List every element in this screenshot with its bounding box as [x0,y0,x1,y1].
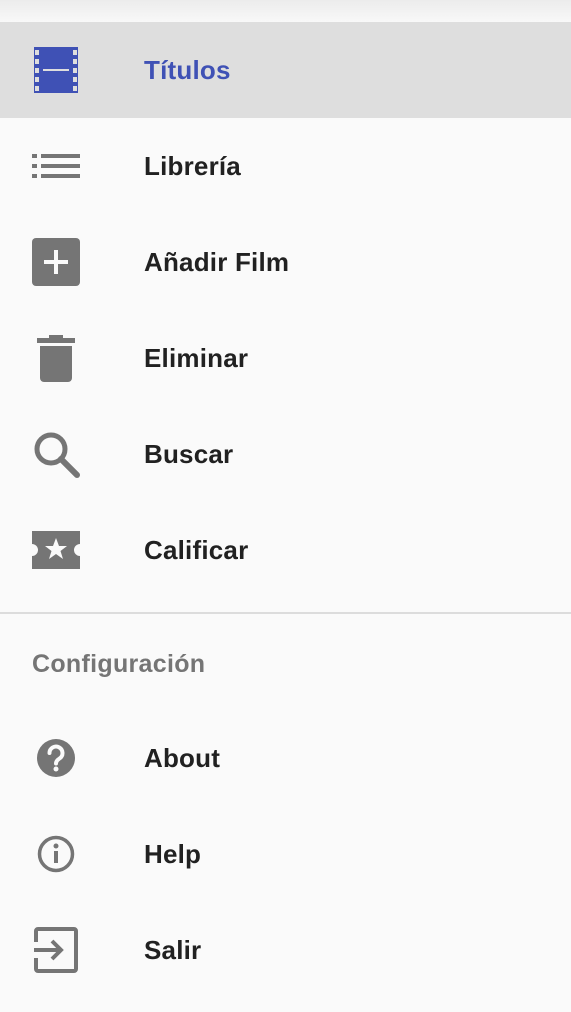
help-circle-icon [32,734,80,782]
menu-item-label: Librería [144,151,241,181]
add-box-icon [32,238,80,286]
menu-item-help[interactable]: Help [0,806,571,902]
menu-item-label: Eliminar [144,343,249,373]
menu-item-titulos[interactable]: Títulos [0,22,571,118]
menu-item-label: Calificar [144,535,249,565]
menu-item-label: About [144,743,221,773]
menu-item-label: Help [144,839,202,869]
navigation-drawer: Títulos Librería Añadir Film Eliminar Bu… [0,0,571,1012]
menu-item-libreria[interactable]: Librería [0,118,571,214]
movie-film-icon [32,46,80,94]
info-outline-icon [32,830,80,878]
menu-item-label: Añadir Film [144,247,290,277]
exit-icon [32,926,80,974]
list-icon [32,142,80,190]
rate-ticket-star-icon [32,526,80,574]
menu-item-salir[interactable]: Salir [0,902,571,998]
menu-item-anadir-film[interactable]: Añadir Film [0,214,571,310]
menu-item-buscar[interactable]: Buscar [0,406,571,502]
settings-section-header: Configuración [32,650,206,678]
menu-item-eliminar[interactable]: Eliminar [0,310,571,406]
menu-item-label: Salir [144,935,202,965]
menu-item-calificar[interactable]: Calificar [0,502,571,598]
trash-icon [32,334,80,382]
menu-item-label: Buscar [144,439,234,469]
status-bar-shadow [0,0,571,22]
search-icon [32,430,80,478]
menu-item-label: Títulos [144,55,231,85]
menu-item-about[interactable]: About [0,710,571,806]
